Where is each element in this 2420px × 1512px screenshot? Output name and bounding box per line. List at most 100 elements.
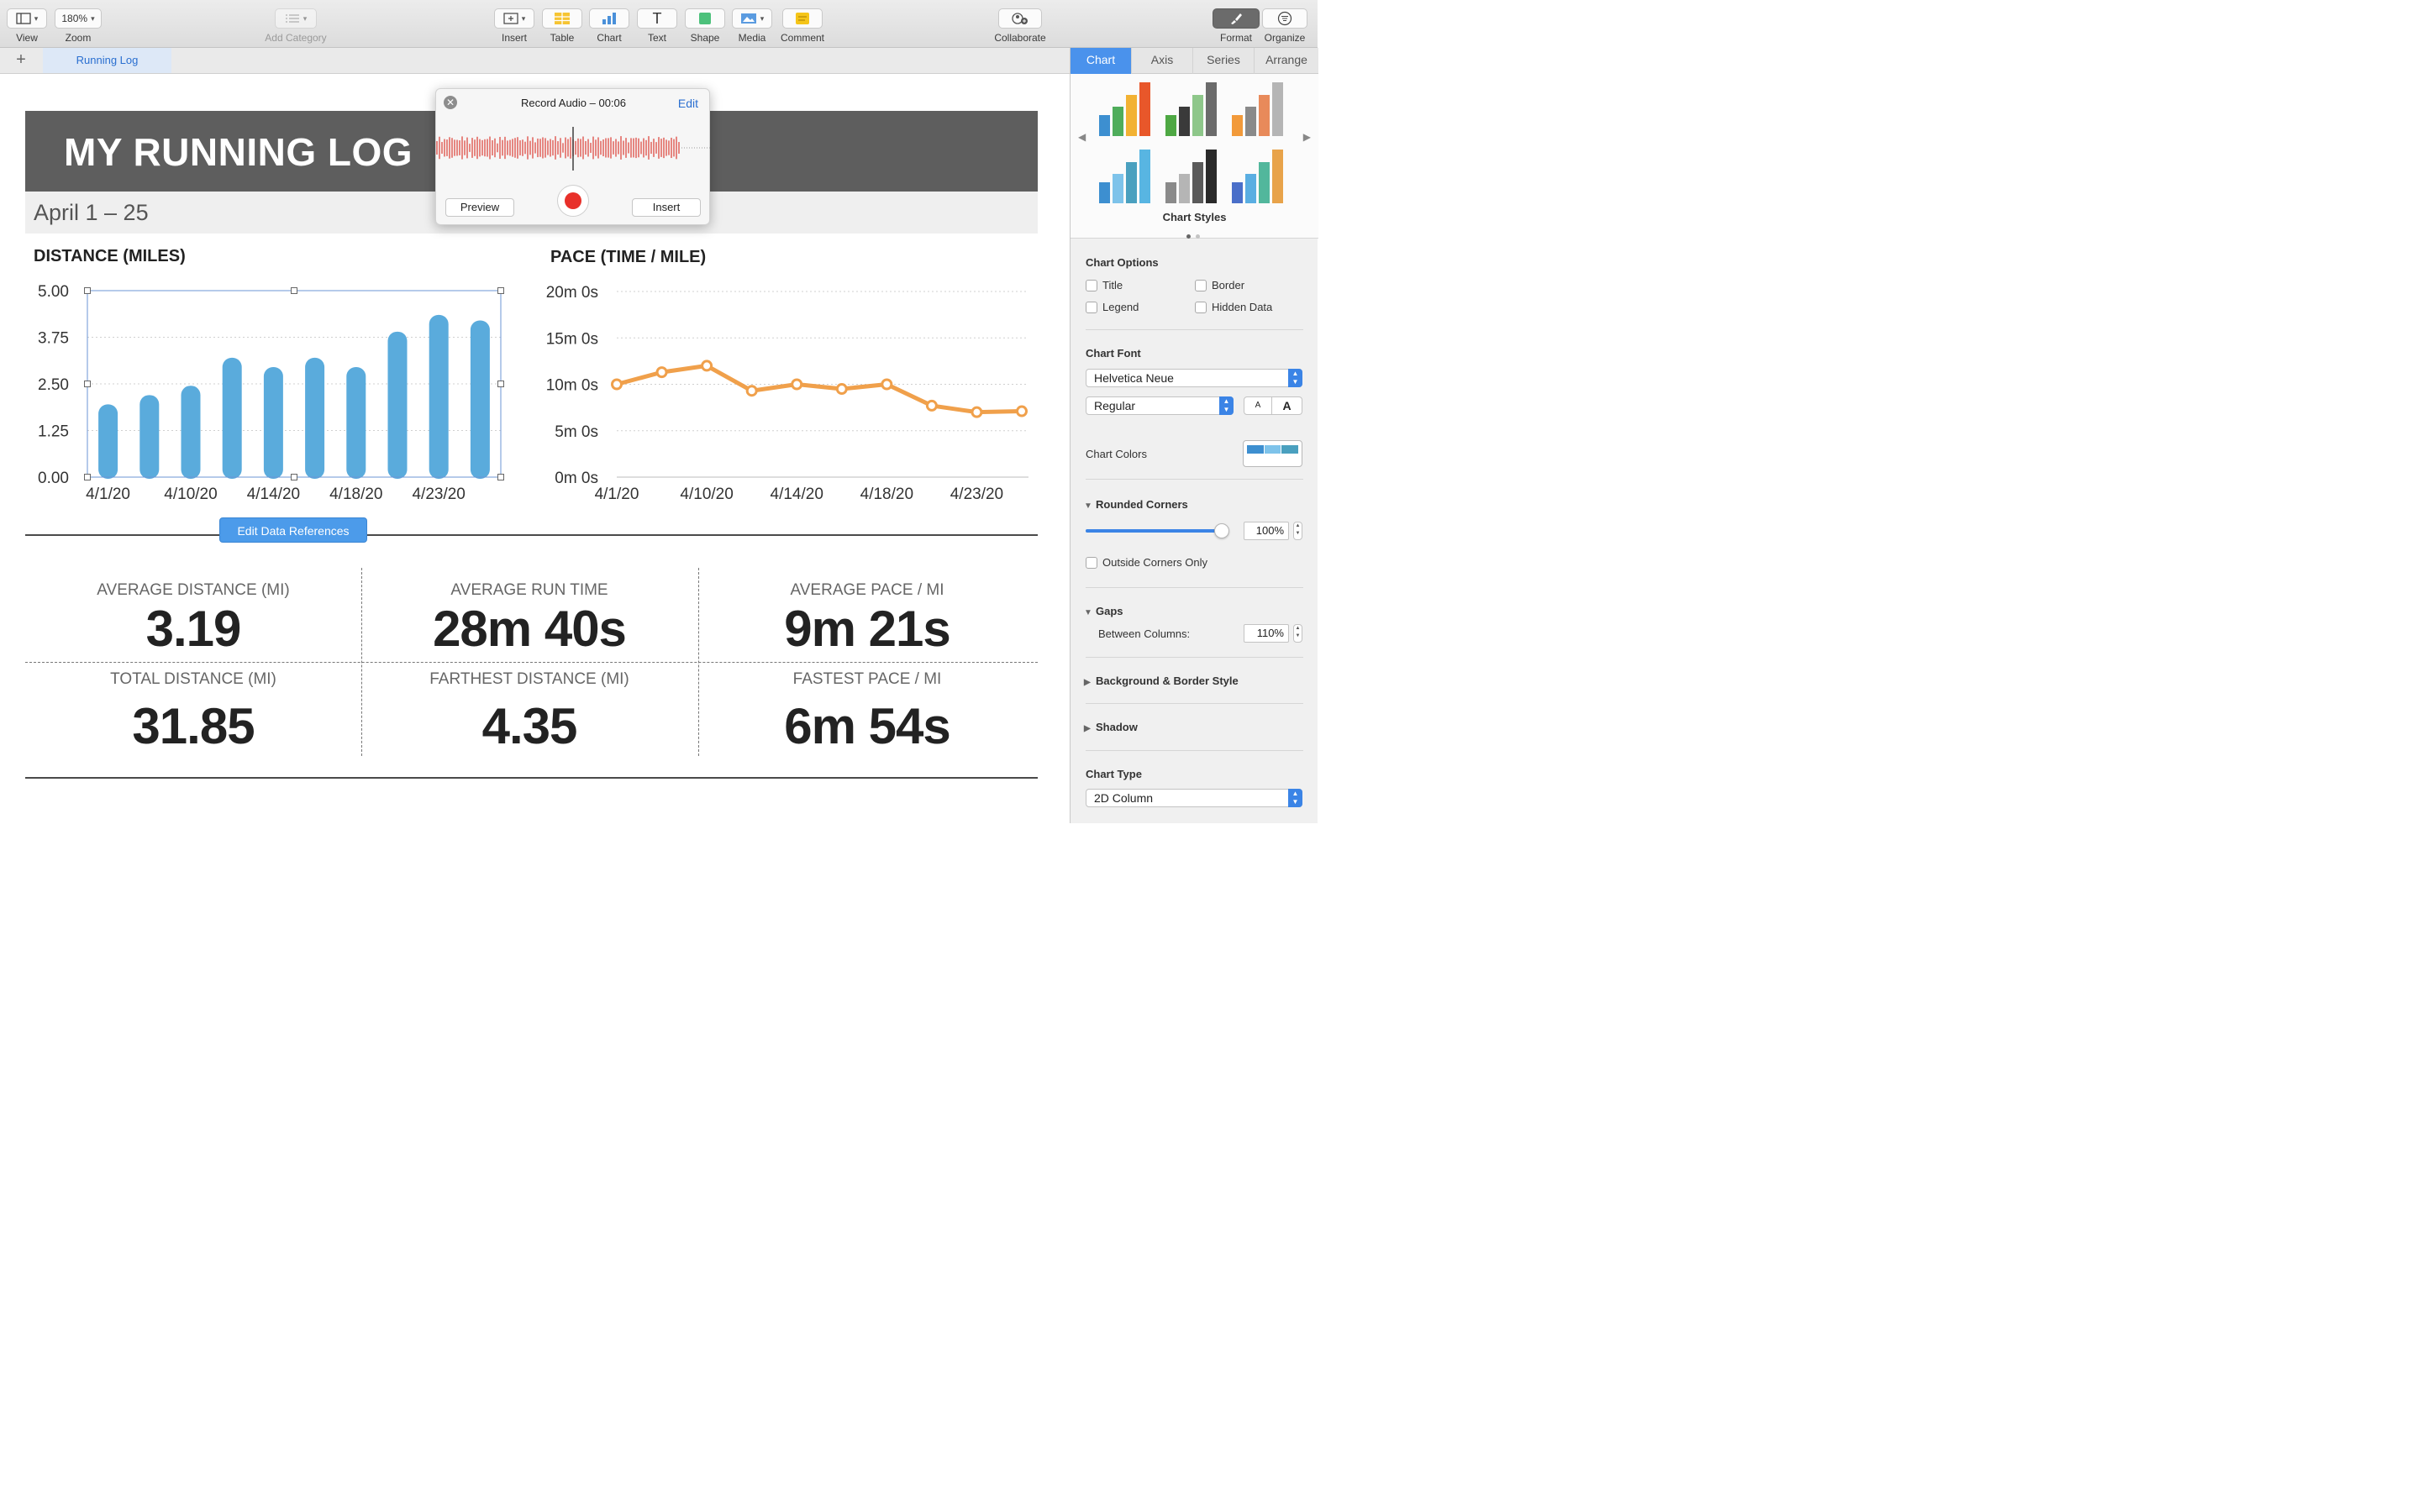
view-label: View [16,32,38,44]
stat-average-distance[interactable]: AVERAGE DISTANCE (MI) 3.19 [25,581,361,658]
add-category-control[interactable]: ▾ Add Category [262,8,329,44]
between-columns-value[interactable]: 110% [1244,624,1289,643]
pace-chart-title[interactable]: PACE (TIME / MILE) [550,248,706,267]
comment-control[interactable]: Comment [780,8,825,44]
chart-style-swatches[interactable] [1071,74,1318,208]
selection-handle [84,287,91,294]
shadow-section[interactable]: ▶ Shadow [1084,721,1138,733]
stat-farthest-distance[interactable]: FARTHEST DISTANCE (MI) 4.35 [361,670,697,755]
selection-handle [291,287,297,294]
y-tick-label: 15m 0s [546,330,598,348]
media-button[interactable]: ▾ [732,8,772,29]
organize-button[interactable] [1262,8,1307,29]
tab-series[interactable]: Series [1193,48,1255,74]
rounded-corners-slider[interactable] [1086,523,1229,538]
gaps-section[interactable]: ▼ Gaps [1084,605,1123,617]
data-point [881,378,893,391]
insert-button[interactable]: ▾ [494,8,534,29]
option-title-checkbox[interactable]: Title [1086,279,1123,291]
x-tick-label: 4/23/20 [412,486,465,503]
option-legend-checkbox[interactable]: Legend [1086,301,1139,313]
font-style-select[interactable]: Regular ▲ ▼ [1086,396,1234,415]
stat-average-run-time[interactable]: AVERAGE RUN TIME 28m 40s [361,581,697,658]
media-control[interactable]: ▾ Media [732,8,772,44]
distance-chart[interactable]: 0.00 1.25 2.50 3.75 5.00 4/1/20 4/10/20 4/14/20… [0,276,538,511]
view-button[interactable]: ▾ [7,8,47,29]
record-button[interactable] [557,185,589,217]
zoom-label: Zoom [65,32,92,44]
table-button[interactable] [542,8,582,29]
divider [1086,479,1303,480]
format-control[interactable]: Format [1213,8,1260,44]
between-columns-stepper[interactable]: ▲ ▼ [1293,624,1302,643]
zoom-dropdown[interactable]: 180% ▾ [55,8,102,29]
rounded-corners-value[interactable]: 100% [1244,522,1289,540]
shape-button[interactable] [685,8,725,29]
rounded-corners-stepper[interactable]: ▲ ▼ [1293,522,1302,540]
tab-axis[interactable]: Axis [1132,48,1193,74]
shape-control[interactable]: Shape [685,8,725,44]
chart-button[interactable] [589,8,629,29]
date-range[interactable]: April 1 – 25 [34,200,149,226]
format-button[interactable] [1213,8,1260,29]
stat-total-distance[interactable]: TOTAL DISTANCE (MI) 31.85 [25,670,361,755]
collaborate-control[interactable]: Collaborate [992,8,1049,44]
y-tick-label: 2.50 [38,376,69,394]
x-tick-label: 4/1/20 [595,486,639,503]
stat-label: AVERAGE RUN TIME [450,581,608,599]
rounded-corners-section[interactable]: ▼ Rounded Corners [1084,498,1188,511]
insert-control[interactable]: ▾ Insert [494,8,534,44]
chevron-down-icon: ▾ [760,13,765,23]
selection-handle [291,474,297,480]
tab-chart[interactable]: Chart [1071,48,1132,74]
outside-corners-only-checkbox[interactable]: Outside Corners Only [1086,556,1207,569]
y-tick-label: 1.25 [38,423,69,441]
chart-control[interactable]: Chart [589,8,629,44]
insert-audio-button[interactable]: Insert [632,198,701,217]
stat-fastest-pace[interactable]: FASTEST PACE / MI 6m 54s [699,670,1035,755]
background-border-section[interactable]: ▶ Background & Border Style [1084,675,1239,687]
divider-line [25,534,1038,536]
option-hidden-data-checkbox[interactable]: Hidden Data [1195,301,1272,313]
chevron-updown-icon: ▲ ▼ [1219,396,1234,415]
tab-arrange[interactable]: Arrange [1255,48,1318,74]
distance-chart-title[interactable]: DISTANCE (MILES) [34,247,186,266]
add-category-button[interactable]: ▾ [275,8,317,29]
chart-style-1 [1099,82,1150,136]
organize-control[interactable]: Organize [1261,8,1308,44]
view-control[interactable]: ▾ View [7,8,47,44]
chevron-updown-icon: ▲ ▼ [1288,369,1302,387]
option-border-checkbox[interactable]: Border [1195,279,1244,291]
page-title[interactable]: MY RUNNING LOG [64,129,413,175]
increase-font-size-button[interactable]: A [1272,396,1302,415]
text-control[interactable]: T Text [637,8,677,44]
preview-button[interactable]: Preview [445,198,514,217]
chart-type-label: Chart Type [1086,768,1142,780]
chart-type-select[interactable]: 2D Column ▲ ▼ [1086,789,1302,807]
chart-font-select[interactable]: Helvetica Neue ▲ ▼ [1086,369,1302,387]
pace-chart[interactable]: 0m 0s 5m 0s 10m 0s 15m 0s 20m 0s 4/1/20 4/10/2… [529,276,1050,511]
zoom-control[interactable]: 180% ▾ Zoom [55,8,102,44]
comment-button[interactable] [782,8,823,29]
audio-edit-link[interactable]: Edit [678,97,698,110]
audio-waveform [436,127,711,171]
decrease-font-size-button[interactable]: A [1244,396,1272,415]
add-sheet-button[interactable]: + [12,51,30,70]
chart-colors-swatch[interactable] [1243,440,1302,467]
collaborate-button[interactable] [998,8,1042,29]
text-button[interactable]: T [637,8,677,29]
table-control[interactable]: Table [542,8,582,44]
sheet-tab-running-log[interactable]: Running Log [43,48,171,73]
disclosure-closed-icon: ▶ [1084,678,1091,687]
edit-data-references-button[interactable]: Edit Data References [219,517,367,543]
slider-knob[interactable] [1214,523,1229,538]
disclosure-open-icon: ▼ [1084,608,1092,617]
bar [139,395,160,479]
data-point [611,378,623,391]
format-label: Format [1219,32,1252,44]
stat-average-pace[interactable]: AVERAGE PACE / MI 9m 21s [699,581,1035,658]
selection-handle [84,381,91,387]
stat-label: AVERAGE DISTANCE (MI) [97,581,290,599]
media-label: Media [738,32,766,44]
page-dots[interactable] [1186,228,1200,243]
